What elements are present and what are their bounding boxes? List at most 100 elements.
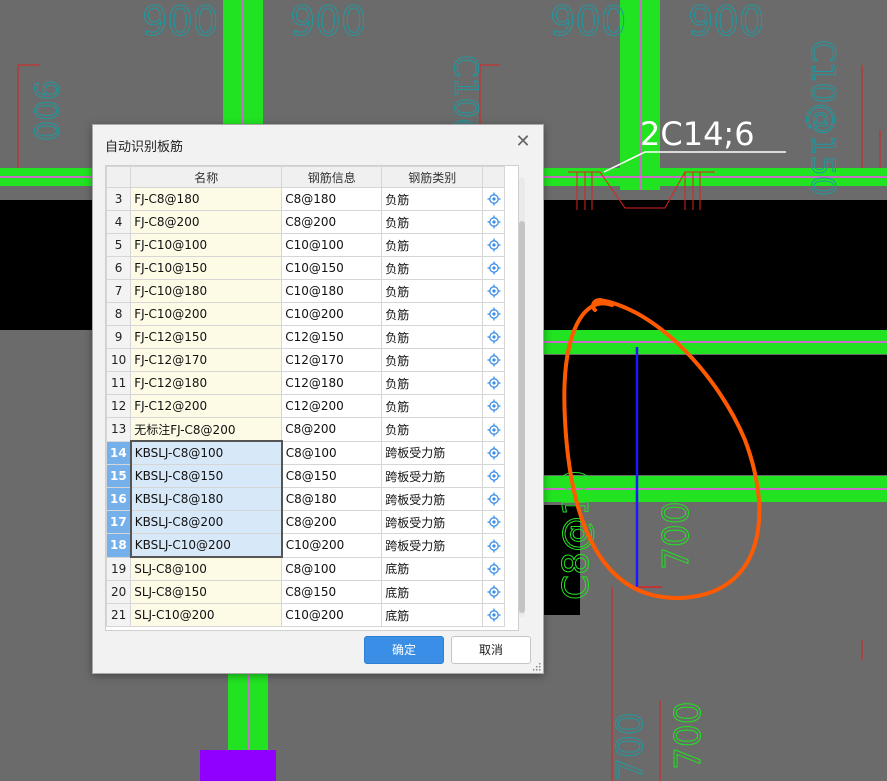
header-rebar-category[interactable]: 钢筋类别 [381, 166, 484, 188]
row-number[interactable]: 19 [106, 556, 132, 581]
cell-name[interactable]: KBSLJ-C8@200 [129, 510, 283, 534]
cell-rebar-info[interactable]: C12@150 [281, 325, 383, 349]
table-row[interactable]: 13 无标注FJ-C8@200 C8@200 负筋 [106, 417, 506, 442]
cell-name[interactable]: KBSLJ-C8@150 [129, 464, 283, 488]
row-number[interactable]: 8 [106, 302, 132, 326]
table-row[interactable]: 11 FJ-C12@180 C12@180 负筋 [106, 371, 506, 395]
cell-rebar-info[interactable]: C10@200 [281, 603, 383, 627]
row-number[interactable]: 5 [106, 233, 132, 257]
locate-cell[interactable] [482, 487, 506, 511]
table-row[interactable]: 17 KBSLJ-C8@200 C8@200 跨板受力筋 [106, 510, 506, 534]
cell-rebar-category[interactable]: 底筋 [381, 580, 484, 604]
row-number[interactable]: 7 [106, 279, 132, 303]
cell-rebar-category[interactable]: 负筋 [381, 394, 484, 418]
locate-cell[interactable] [482, 279, 506, 303]
locate-icon[interactable] [487, 215, 501, 229]
cell-rebar-info[interactable]: C8@200 [281, 510, 383, 534]
locate-icon[interactable] [487, 469, 501, 483]
cell-rebar-category[interactable]: 底筋 [381, 556, 484, 581]
cell-name[interactable]: SLJ-C10@200 [130, 603, 283, 627]
header-name[interactable]: 名称 [130, 166, 283, 188]
cell-rebar-category[interactable]: 跨板受力筋 [381, 464, 484, 488]
cell-rebar-category[interactable]: 负筋 [381, 348, 484, 372]
row-number[interactable]: 14 [106, 440, 132, 465]
row-number[interactable]: 21 [106, 603, 132, 627]
table-row[interactable]: 20 SLJ-C8@150 C8@150 底筋 [106, 580, 506, 604]
locate-icon[interactable] [487, 423, 501, 437]
locate-cell[interactable] [482, 603, 506, 627]
cell-name[interactable]: FJ-C12@170 [130, 348, 283, 372]
locate-icon[interactable] [487, 353, 501, 367]
row-number[interactable]: 10 [106, 348, 132, 372]
rebar-grid[interactable]: 名称 钢筋信息 钢筋类别 3 FJ-C8@180 C8@180 负筋 4 FJ-C8@20… [105, 165, 519, 631]
table-row[interactable]: 18 KBSLJ-C10@200 C10@200 跨板受力筋 [106, 533, 506, 558]
cell-rebar-info[interactable]: C8@200 [281, 210, 383, 234]
cell-name[interactable]: FJ-C10@150 [130, 256, 283, 280]
cell-rebar-info[interactable]: C10@200 [281, 533, 383, 558]
locate-cell[interactable] [482, 187, 506, 211]
table-row[interactable]: 21 SLJ-C10@200 C10@200 底筋 [106, 603, 506, 627]
row-number[interactable]: 17 [106, 510, 132, 534]
table-row[interactable]: 16 KBSLJ-C8@180 C8@180 跨板受力筋 [106, 487, 506, 511]
locate-icon[interactable] [487, 585, 501, 599]
locate-cell[interactable] [482, 417, 506, 442]
locate-cell[interactable] [482, 348, 506, 372]
locate-cell[interactable] [482, 210, 506, 234]
locate-cell[interactable] [482, 233, 506, 257]
row-number[interactable]: 3 [106, 187, 132, 211]
cell-rebar-category[interactable]: 负筋 [381, 417, 484, 442]
close-icon[interactable]: ✕ [513, 132, 533, 152]
cell-rebar-category[interactable]: 负筋 [381, 187, 484, 211]
locate-icon[interactable] [487, 492, 501, 506]
table-row[interactable]: 12 FJ-C12@200 C12@200 负筋 [106, 394, 506, 418]
ok-button[interactable]: 确定 [364, 636, 444, 664]
cell-rebar-category[interactable]: 负筋 [381, 233, 484, 257]
locate-cell[interactable] [482, 440, 506, 465]
cell-rebar-info[interactable]: C12@180 [281, 371, 383, 395]
row-number[interactable]: 13 [106, 417, 132, 442]
cell-rebar-category[interactable]: 跨板受力筋 [381, 487, 484, 511]
cell-rebar-info[interactable]: C8@150 [281, 464, 383, 488]
row-number[interactable]: 18 [106, 533, 132, 558]
locate-icon[interactable] [487, 284, 501, 298]
cell-rebar-info[interactable]: C10@150 [281, 256, 383, 280]
locate-icon[interactable] [487, 446, 501, 460]
locate-cell[interactable] [482, 464, 506, 488]
cell-rebar-info[interactable]: C10@100 [281, 233, 383, 257]
cell-name[interactable]: FJ-C10@100 [130, 233, 283, 257]
locate-cell[interactable] [482, 256, 506, 280]
locate-icon[interactable] [487, 192, 501, 206]
locate-icon[interactable] [487, 307, 501, 321]
cell-rebar-info[interactable]: C10@200 [281, 302, 383, 326]
cell-name[interactable]: FJ-C10@180 [130, 279, 283, 303]
table-row[interactable]: 6 FJ-C10@150 C10@150 负筋 [106, 256, 506, 280]
cell-name[interactable]: FJ-C12@180 [130, 371, 283, 395]
cell-rebar-info[interactable]: C8@200 [281, 417, 383, 442]
table-row[interactable]: 10 FJ-C12@170 C12@170 负筋 [106, 348, 506, 372]
cell-name[interactable]: FJ-C12@200 [130, 394, 283, 418]
cell-rebar-category[interactable]: 跨板受力筋 [381, 440, 484, 465]
table-row[interactable]: 3 FJ-C8@180 C8@180 负筋 [106, 187, 506, 211]
cell-rebar-category[interactable]: 负筋 [381, 371, 484, 395]
locate-cell[interactable] [482, 302, 506, 326]
row-number[interactable]: 12 [106, 394, 132, 418]
cell-rebar-info[interactable]: C8@180 [281, 187, 383, 211]
table-row[interactable]: 4 FJ-C8@200 C8@200 负筋 [106, 210, 506, 234]
row-number[interactable]: 4 [106, 210, 132, 234]
table-row[interactable]: 19 SLJ-C8@100 C8@100 底筋 [106, 556, 506, 581]
locate-cell[interactable] [482, 371, 506, 395]
cell-rebar-category[interactable]: 跨板受力筋 [381, 533, 484, 558]
cell-name[interactable]: FJ-C8@180 [130, 187, 283, 211]
table-row[interactable]: 8 FJ-C10@200 C10@200 负筋 [106, 302, 506, 326]
cell-rebar-category[interactable]: 跨板受力筋 [381, 510, 484, 534]
cell-rebar-category[interactable]: 负筋 [381, 302, 484, 326]
cell-name[interactable]: KBSLJ-C10@200 [129, 533, 283, 558]
cell-name[interactable]: KBSLJ-C8@180 [129, 487, 283, 511]
cancel-button[interactable]: 取消 [451, 636, 531, 664]
locate-icon[interactable] [487, 399, 501, 413]
locate-icon[interactable] [487, 562, 501, 576]
cell-name[interactable]: SLJ-C8@100 [130, 556, 283, 581]
cell-name[interactable]: 无标注FJ-C8@200 [130, 417, 283, 442]
cell-rebar-info[interactable]: C10@180 [281, 279, 383, 303]
cell-name[interactable]: FJ-C8@200 [130, 210, 283, 234]
